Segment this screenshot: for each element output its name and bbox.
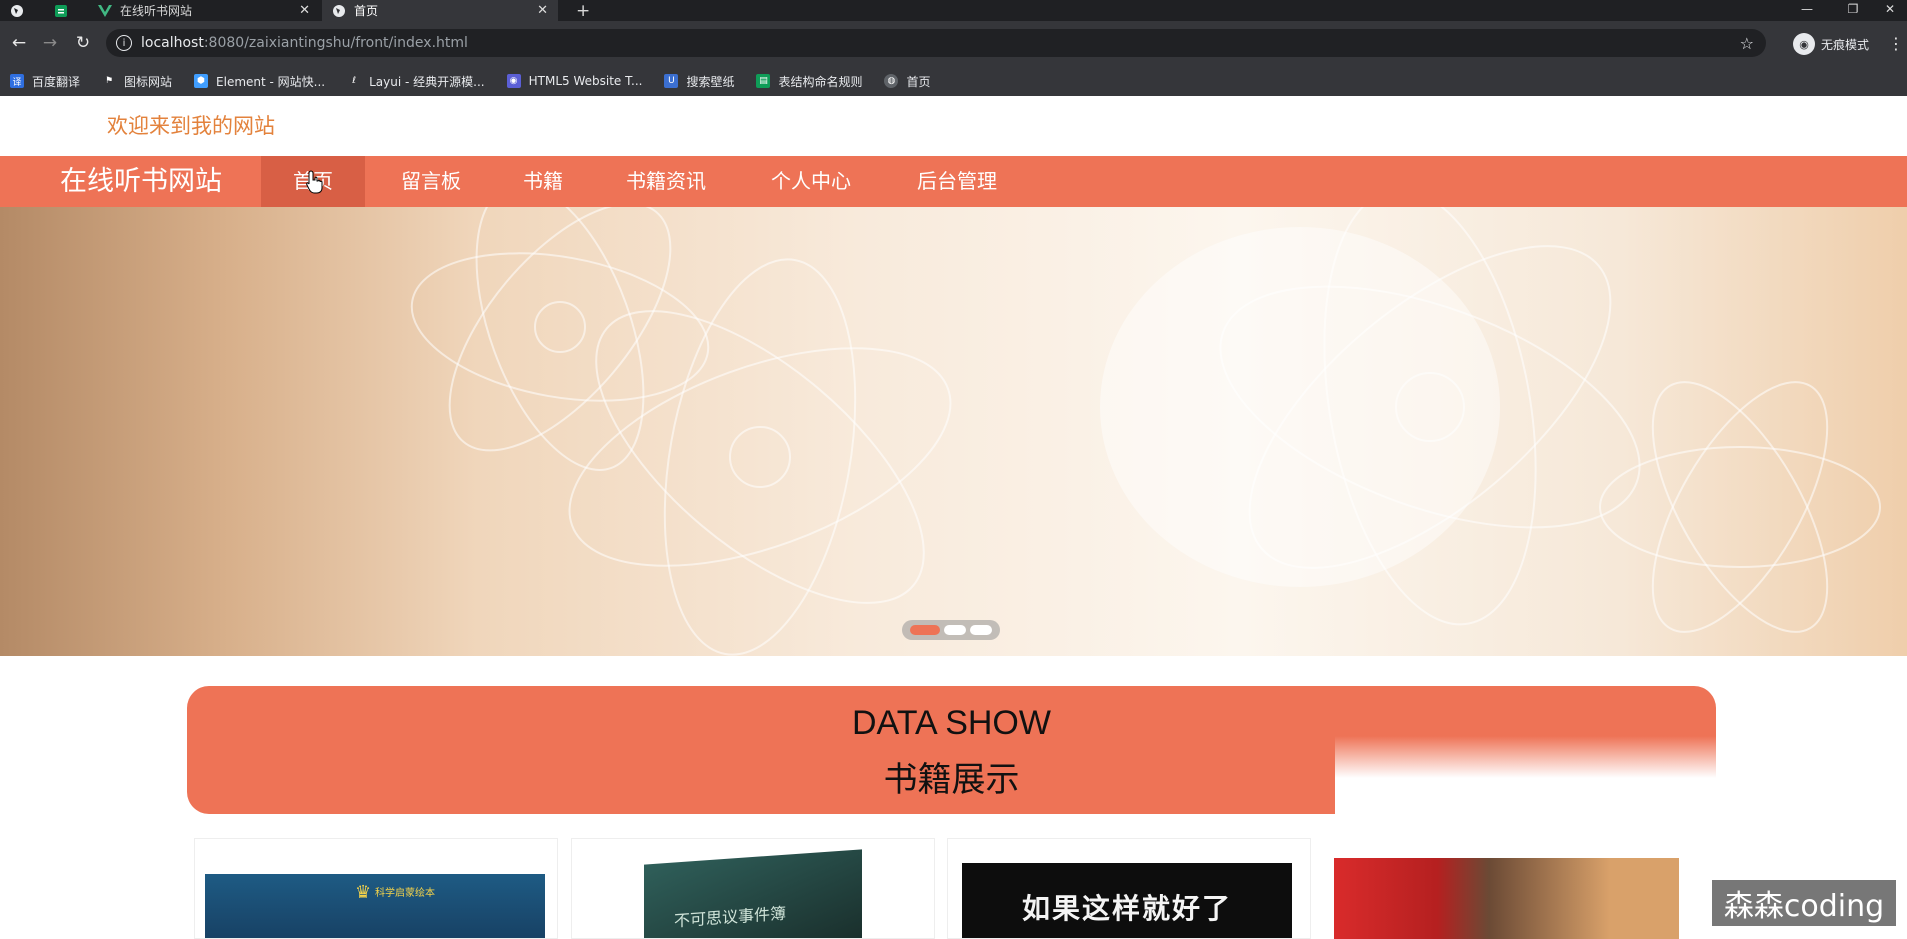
restore-icon[interactable]: ❐ [1836, 0, 1870, 18]
bookmark-label: Layui - 经典开源模... [369, 74, 485, 89]
bookmarks-bar: 译 百度翻译 ⚑ 图标网站 ⬢ Element - 网站快... ℓ Layui… [0, 66, 1907, 96]
book-card[interactable]: 如果这样就好了 [947, 838, 1311, 939]
carousel-indicators [902, 620, 1000, 640]
url-host: localhost [141, 35, 204, 51]
tab-home[interactable]: 首页 ✕ [322, 0, 558, 21]
forward-icon[interactable]: → [39, 32, 61, 54]
close-window-icon[interactable]: ✕ [1873, 0, 1907, 18]
book-cover: ♛ 科学启蒙绘本 [205, 874, 545, 938]
bookmark-label: 百度翻译 [32, 74, 81, 89]
url-input[interactable]: i localhost :8080/zaixiantingshu/front/i… [106, 29, 1766, 57]
sheet-icon: ▤ [756, 74, 771, 88]
wallpaper-icon: U [664, 74, 679, 88]
page-content: 欢迎来到我的网站 在线听书网站 首页 留言板 书籍 书籍资讯 个人中心 后台管理 [0, 96, 1907, 939]
new-tab-button[interactable]: + [566, 0, 596, 21]
minimize-icon[interactable]: — [1790, 0, 1824, 18]
welcome-text: 欢迎来到我的网站 [107, 114, 275, 138]
tab-title: 首页 [354, 4, 379, 18]
bookmark-home[interactable]: ◍ 首页 [884, 73, 931, 90]
url-path: :8080/zaixiantingshu/front/index.html [203, 35, 468, 51]
bookmark-label: 表结构命名规则 [778, 74, 863, 89]
book-card[interactable] [1324, 838, 1688, 939]
book-cover-text: 科学启蒙绘本 [375, 888, 435, 899]
close-icon[interactable]: ✕ [299, 3, 310, 18]
flag-icon: ⚑ [102, 74, 117, 88]
layui-icon: ℓ [347, 74, 362, 88]
incognito-icon: ◉ [1793, 33, 1815, 55]
vue-icon [98, 4, 112, 18]
bookmark-icon-site[interactable]: ⚑ 图标网站 [102, 73, 172, 90]
pinned-tab[interactable] [0, 0, 40, 21]
bookmark-label: HTML5 Website T... [528, 74, 643, 88]
bookmark-wallpaper[interactable]: U 搜索壁纸 [664, 73, 734, 90]
nav-item-message-board[interactable]: 留言板 [381, 156, 481, 207]
reload-icon[interactable]: ↻ [72, 32, 94, 54]
sheet-icon [54, 4, 68, 18]
pinned-tab-2[interactable] [44, 0, 84, 21]
hexagon-icon: ⬢ [194, 74, 209, 88]
bookmark-label: 搜索壁纸 [686, 74, 735, 89]
globe-icon [332, 4, 346, 18]
flower-pattern [410, 207, 1881, 656]
nav-item-admin[interactable]: 后台管理 [898, 156, 1016, 207]
address-bar-row: ← → ↻ i localhost :8080/zaixiantingshu/f… [0, 21, 1907, 66]
bookmark-label: Element - 网站快... [216, 74, 326, 89]
incognito-indicator[interactable]: ◉ 无痕模式 [1793, 31, 1869, 57]
book-card[interactable]: 不可思议事件簿 [571, 838, 935, 939]
carousel-banner[interactable] [0, 207, 1907, 656]
html5-icon: ◉ [506, 74, 521, 88]
book-cover-text: 不可思议事件簿 [674, 903, 787, 931]
bookmark-element[interactable]: ⬢ Element - 网站快... [194, 73, 325, 90]
bookmark-label: 图标网站 [124, 74, 173, 89]
browser-tab-bar: 在线听书网站 ✕ 首页 ✕ + — ❐ ✕ [0, 0, 1907, 21]
back-icon[interactable]: ← [8, 32, 30, 54]
incognito-label: 无痕模式 [1821, 37, 1870, 52]
watermark: 森森coding [1712, 880, 1896, 926]
close-icon[interactable]: ✕ [537, 3, 548, 18]
nav-item-user-center[interactable]: 个人中心 [752, 156, 870, 207]
bookmark-label: 首页 [906, 74, 931, 89]
globe-icon: ◍ [884, 74, 899, 88]
bookmark-layui[interactable]: ℓ Layui - 经典开源模... [347, 73, 485, 90]
tab-title: 在线听书网站 [120, 4, 193, 18]
carousel-dot-1[interactable] [910, 625, 940, 635]
book-cover-text: 如果这样就好了 [1022, 892, 1233, 925]
book-cover: 如果这样就好了 [962, 863, 1292, 938]
carousel-dot-3[interactable] [970, 625, 992, 635]
bookmark-html5[interactable]: ◉ HTML5 Website T... [506, 74, 643, 88]
tab-zaixiantingshu[interactable]: 在线听书网站 ✕ [88, 0, 320, 21]
nav-item-books[interactable]: 书籍 [503, 156, 583, 207]
bookmark-naming-rules[interactable]: ▤ 表结构命名规则 [756, 73, 862, 90]
globe-icon [10, 4, 24, 18]
star-icon[interactable]: ☆ [1740, 34, 1754, 53]
book-cover [1334, 858, 1679, 939]
bookmark-baidu-fanyi[interactable]: 译 百度翻译 [10, 73, 80, 90]
hand-cursor-icon [306, 170, 323, 194]
menu-icon[interactable]: ⋮ [1885, 32, 1907, 54]
info-icon[interactable]: i [116, 35, 132, 51]
translate-icon: 译 [10, 74, 24, 88]
nav-item-book-news[interactable]: 书籍资讯 [612, 156, 720, 207]
site-navbar: 在线听书网站 首页 留言板 书籍 书籍资讯 个人中心 后台管理 [0, 156, 1907, 207]
crown-icon: ♛ [355, 882, 372, 903]
carousel-dot-2[interactable] [944, 625, 966, 635]
book-cover: 不可思议事件簿 [644, 849, 862, 938]
site-brand[interactable]: 在线听书网站 [60, 156, 222, 207]
book-card[interactable]: ♛ 科学启蒙绘本 [194, 838, 558, 939]
